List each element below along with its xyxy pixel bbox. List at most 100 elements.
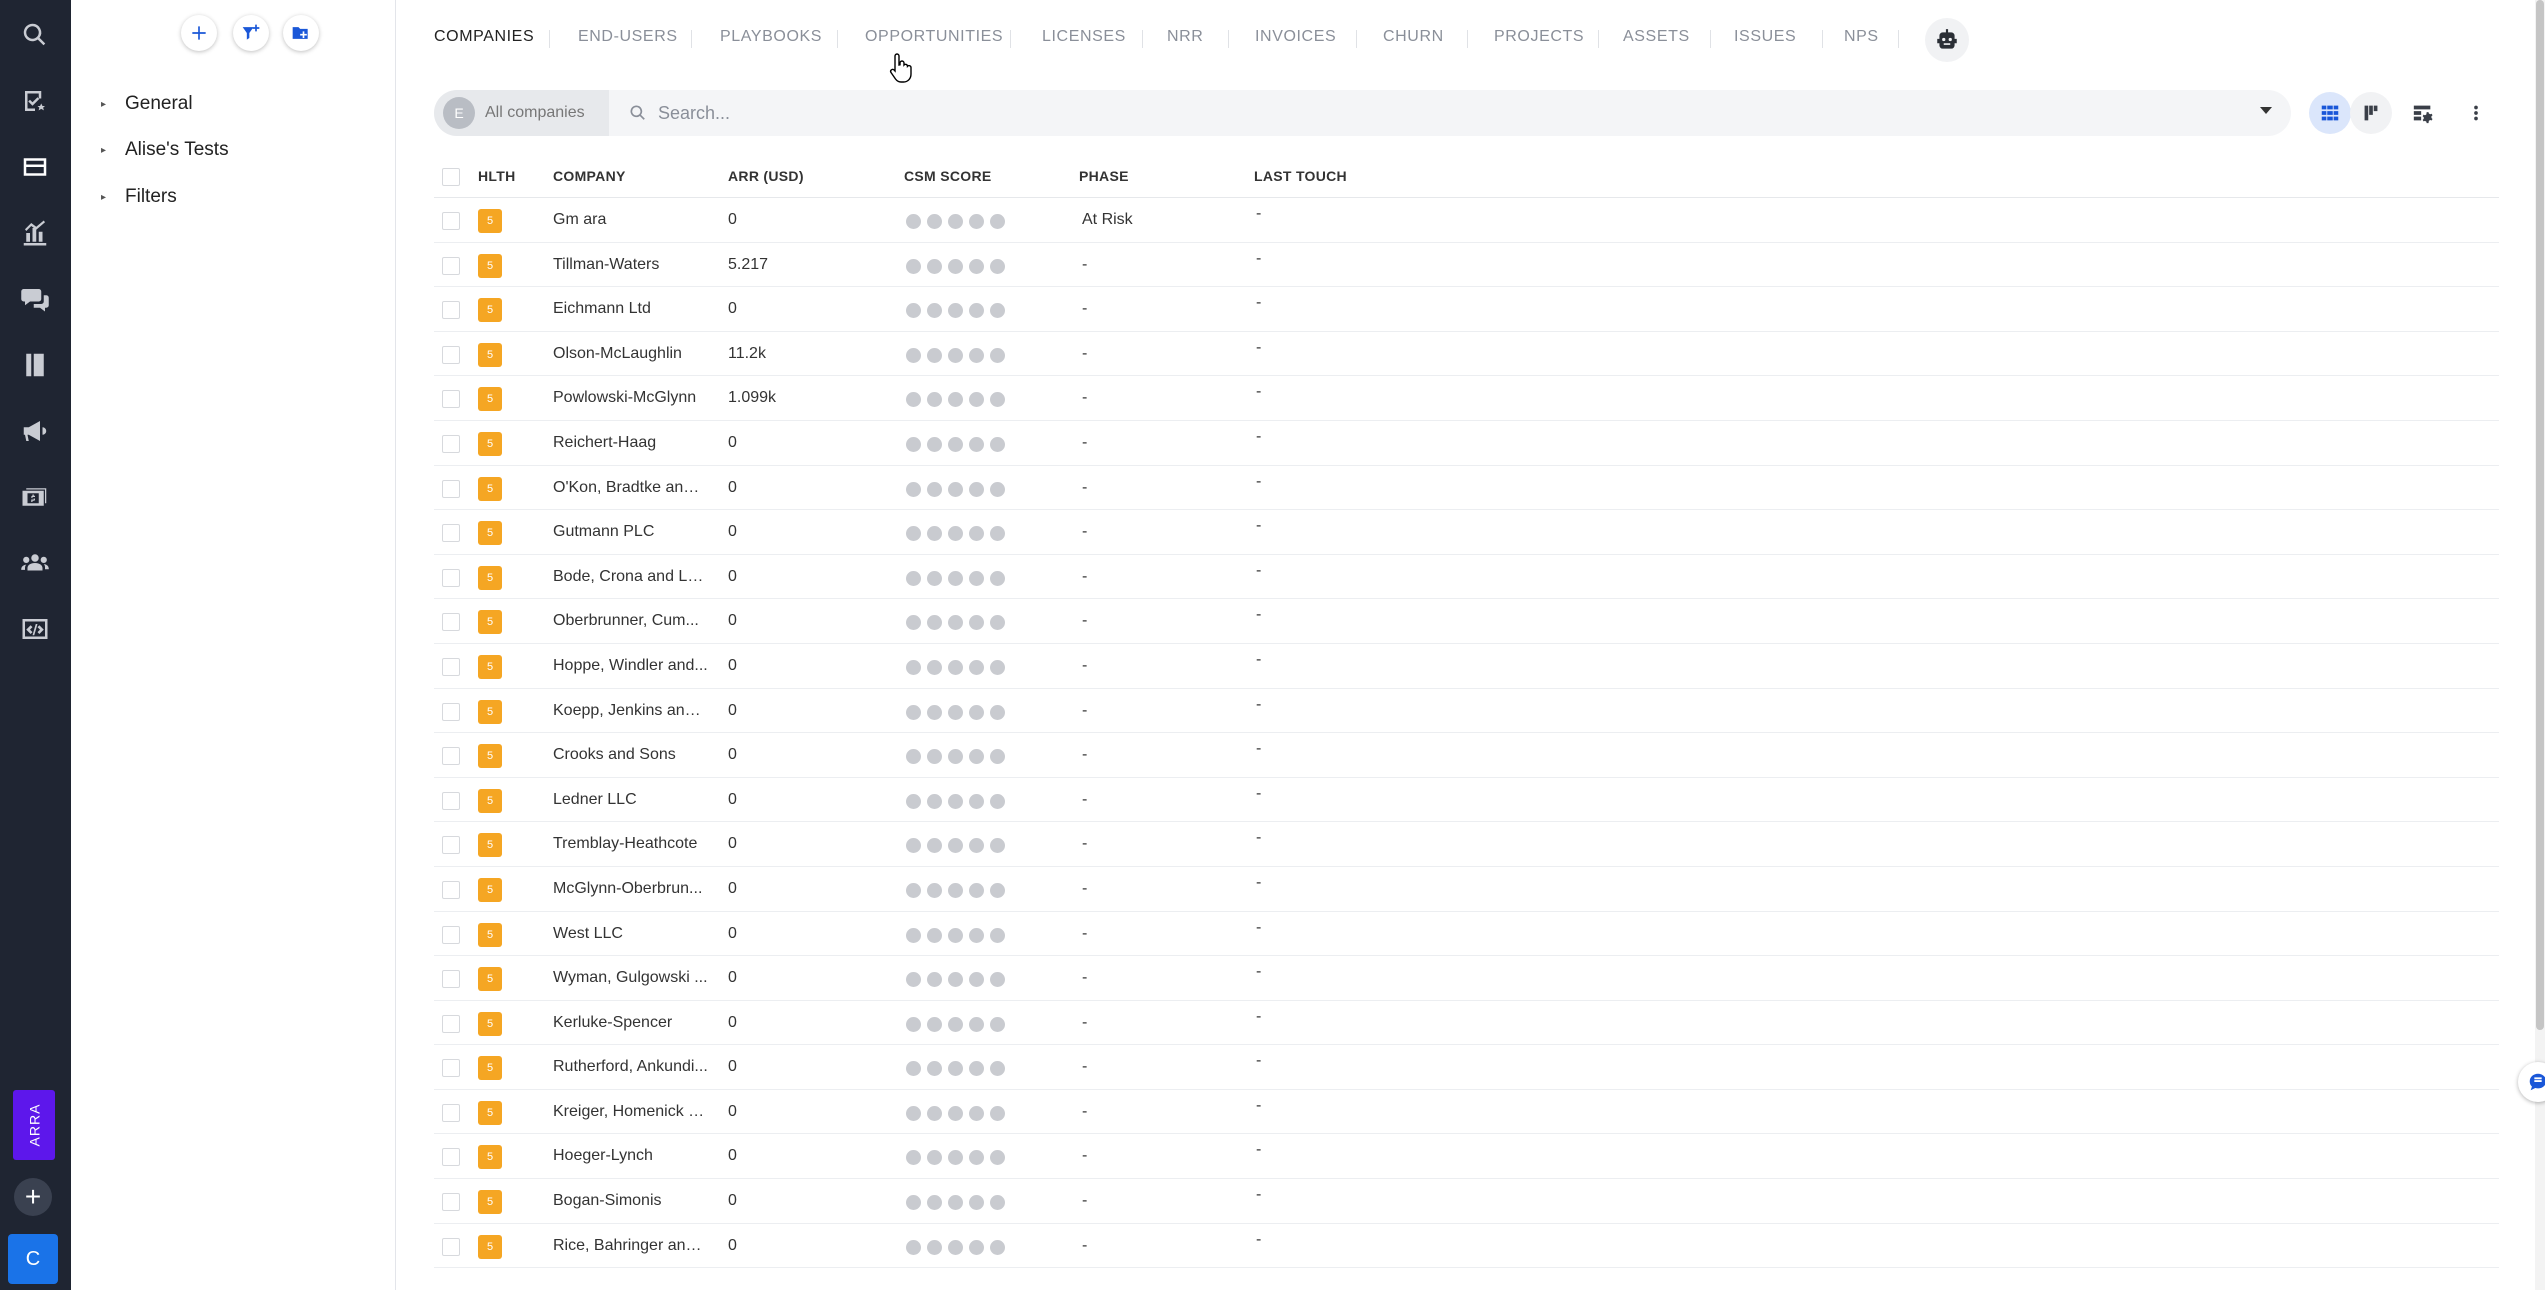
table-row[interactable]: 5 Rice, Bahringer and ... 0 - - [434, 1224, 2499, 1269]
company-name-cell[interactable]: Rutherford, Ankundi... [553, 1045, 708, 1089]
csm-score-dots[interactable] [906, 1239, 1005, 1255]
tasks-icon[interactable] [18, 84, 52, 118]
grid-view-button[interactable] [2309, 92, 2351, 134]
row-checkbox[interactable] [442, 1103, 460, 1122]
company-name-cell[interactable]: Gm ara [553, 198, 708, 242]
table-row[interactable]: 5 Hoppe, Windler and... 0 - - [434, 644, 2499, 689]
csm-score-dots[interactable] [906, 927, 1005, 943]
company-name-cell[interactable]: Kreiger, Homenick a... [553, 1090, 708, 1134]
csm-score-dots[interactable] [906, 481, 1005, 497]
chevron-down-icon[interactable] [2260, 107, 2272, 114]
row-checkbox[interactable] [442, 256, 460, 275]
scrollbar-thumb[interactable] [2536, 0, 2544, 1030]
tab-playbooks[interactable]: PLAYBOOKS [720, 28, 822, 46]
add-icon[interactable]: + [14, 1178, 52, 1216]
csm-score-dots[interactable] [906, 882, 1005, 898]
column-header-company[interactable]: COMPANY [553, 154, 626, 198]
row-checkbox[interactable] [442, 1237, 460, 1256]
company-name-cell[interactable]: Hoeger-Lynch [553, 1134, 708, 1178]
table-row[interactable]: 5 Gutmann PLC 0 - - [434, 510, 2499, 555]
csm-score-dots[interactable] [906, 347, 1005, 363]
row-checkbox[interactable] [442, 1059, 460, 1078]
filter-plus-icon[interactable] [233, 15, 269, 51]
row-checkbox[interactable] [442, 1014, 460, 1033]
csm-score-dots[interactable] [906, 704, 1005, 720]
playbooks-icon[interactable] [18, 348, 52, 382]
row-checkbox[interactable] [442, 836, 460, 855]
row-checkbox[interactable] [442, 390, 460, 409]
table-row[interactable]: 5 McGlynn-Oberbrun... 0 - - [434, 867, 2499, 912]
campaigns-icon[interactable] [18, 414, 52, 448]
company-name-cell[interactable]: Powlowski-McGlynn [553, 376, 708, 420]
table-row[interactable]: 5 Hoeger-Lynch 0 - - [434, 1134, 2499, 1180]
company-scope-selector[interactable]: E All companies [434, 90, 609, 136]
csm-score-dots[interactable] [906, 793, 1005, 809]
conversations-icon[interactable] [18, 282, 52, 316]
tab-nrr[interactable]: NRR [1167, 28, 1203, 46]
chat-icon[interactable] [2518, 1062, 2545, 1102]
column-header-last-touch[interactable]: LAST TOUCH [1254, 154, 1347, 198]
tab-nps[interactable]: NPS [1844, 28, 1879, 46]
select-all-checkbox[interactable] [442, 168, 460, 186]
table-row[interactable]: 5 Olson-McLaughlin 11.2k - - [434, 332, 2499, 377]
company-name-cell[interactable]: Oberbrunner, Cum... [553, 599, 708, 643]
company-name-cell[interactable]: Eichmann Ltd [553, 287, 708, 331]
row-checkbox[interactable] [442, 747, 460, 766]
table-row[interactable]: 5 Gm ara 0 At Risk - [434, 198, 2499, 243]
table-row[interactable]: 5 Powlowski-McGlynn 1.099k - - [434, 376, 2499, 421]
company-name-cell[interactable]: Reichert-Haag [553, 421, 708, 465]
table-row[interactable]: 5 Rutherford, Ankundi... 0 - - [434, 1045, 2499, 1090]
table-row[interactable]: 5 Tillman-Waters 5.217 - - [434, 243, 2499, 288]
companies-icon[interactable] [18, 150, 52, 184]
company-name-cell[interactable]: Olson-McLaughlin [553, 332, 708, 376]
tab-licenses[interactable]: LICENSES [1042, 28, 1126, 46]
tab-invoices[interactable]: INVOICES [1255, 28, 1336, 46]
csm-score-dots[interactable] [906, 838, 1005, 854]
table-row[interactable]: 5 Wyman, Gulgowski ... 0 - - [434, 956, 2499, 1001]
row-checkbox[interactable] [442, 970, 460, 989]
company-name-cell[interactable]: Ledner LLC [553, 778, 708, 822]
table-row[interactable]: 5 Eichmann Ltd 0 - - [434, 287, 2499, 332]
column-header-csm-score[interactable]: CSM SCORE [904, 154, 992, 198]
table-row[interactable]: 5 Ledner LLC 0 - - [434, 778, 2499, 823]
company-name-cell[interactable]: Tremblay-Heathcote [553, 822, 708, 866]
table-row[interactable]: 5 Oberbrunner, Cum... 0 - - [434, 599, 2499, 644]
board-view-button[interactable] [2350, 92, 2392, 134]
table-row[interactable]: 5 Crooks and Sons 0 - - [434, 733, 2499, 778]
csm-score-dots[interactable] [906, 258, 1005, 274]
tab-issues[interactable]: ISSUES [1734, 28, 1796, 46]
company-name-cell[interactable]: Kerluke-Spencer [553, 1001, 708, 1045]
column-header-health[interactable]: HLTH [478, 154, 516, 198]
add-folder-icon[interactable] [283, 15, 319, 51]
arra-badge[interactable]: ARRA [13, 1090, 55, 1160]
row-checkbox[interactable] [442, 212, 460, 230]
csm-score-dots[interactable] [906, 570, 1005, 586]
billing-icon[interactable] [18, 480, 52, 514]
csm-score-dots[interactable] [906, 436, 1005, 452]
table-row[interactable]: 5 O'Kon, Bradtke and ... 0 - - [434, 466, 2499, 511]
csm-score-dots[interactable] [906, 1105, 1005, 1121]
tab-assets[interactable]: ASSETS [1623, 28, 1690, 46]
row-checkbox[interactable] [442, 301, 460, 320]
analytics-icon[interactable] [18, 216, 52, 250]
tree-item-alises-tests[interactable]: ▸ Alise's Tests [101, 135, 229, 165]
csm-score-dots[interactable] [906, 214, 1005, 229]
column-header-arr[interactable]: ARR (USD) [728, 154, 804, 198]
more-options-button[interactable] [2455, 92, 2497, 134]
column-settings-button[interactable] [2402, 92, 2444, 134]
csm-score-dots[interactable] [906, 972, 1005, 988]
company-name-cell[interactable]: Tillman-Waters [553, 243, 708, 287]
row-checkbox[interactable] [442, 791, 460, 810]
users-icon[interactable] [18, 546, 52, 580]
table-row[interactable]: 5 Kerluke-Spencer 0 - - [434, 1001, 2499, 1046]
column-header-phase[interactable]: PHASE [1079, 154, 1129, 198]
csm-score-dots[interactable] [906, 1016, 1005, 1032]
company-name-cell[interactable]: Gutmann PLC [553, 510, 708, 554]
add-icon[interactable] [181, 15, 217, 51]
row-checkbox[interactable] [442, 1148, 460, 1167]
code-icon[interactable] [18, 612, 52, 646]
row-checkbox[interactable] [442, 613, 460, 632]
row-checkbox[interactable] [442, 702, 460, 721]
company-name-cell[interactable]: Bogan-Simonis [553, 1179, 708, 1223]
tree-item-general[interactable]: ▸ General [101, 89, 193, 119]
